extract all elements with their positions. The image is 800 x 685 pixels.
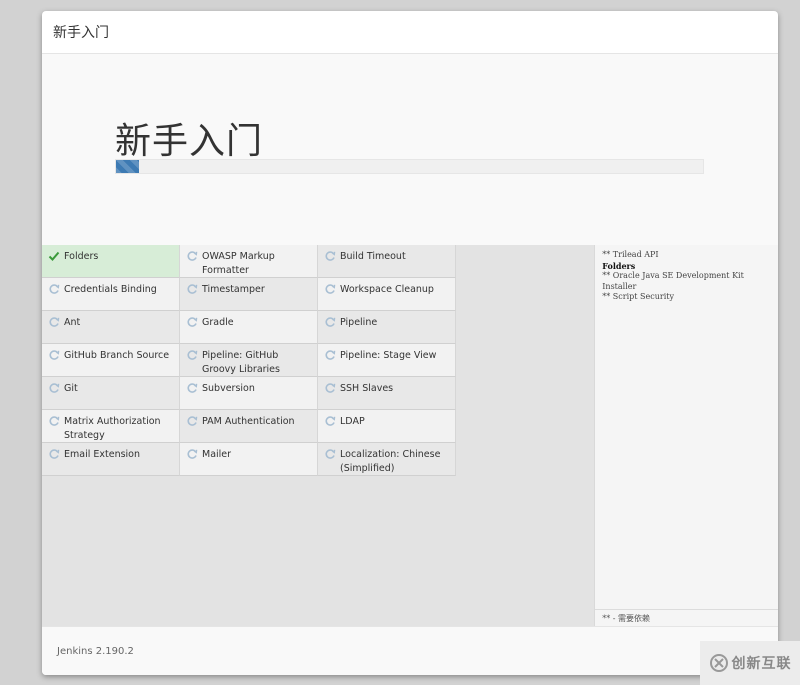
- plugin-label: Mailer: [202, 449, 232, 460]
- version-label: Jenkins 2.190.2: [57, 645, 134, 657]
- log-line: Folders: [602, 260, 636, 271]
- plugin-item: Matrix Authorization Strategy: [42, 410, 180, 443]
- plugin-label: PAM Authentication: [202, 416, 295, 427]
- setup-wizard-dialog: 新手入门 新手入门 Folders OWASP Markup Formatter B…: [42, 11, 778, 675]
- dialog-header: 新手入门: [42, 11, 778, 54]
- plugin-label: Localization: Chinese (Simplified): [340, 449, 441, 474]
- plugin-item: SSH Slaves: [318, 377, 456, 410]
- refresh-icon: [46, 316, 62, 328]
- install-panel: Folders OWASP Markup Formatter Build Timeo…: [42, 245, 778, 626]
- plugin-label: Timestamper: [202, 284, 265, 295]
- plugin-item: Localization: Chinese (Simplified): [318, 443, 456, 476]
- dialog-title: 新手入门: [53, 25, 109, 41]
- plugin-label: Gradle: [202, 317, 234, 328]
- plugin-item: Workspace Cleanup: [318, 278, 456, 311]
- refresh-icon: [322, 415, 338, 427]
- plugin-item: Timestamper: [180, 278, 318, 311]
- refresh-icon: [46, 382, 62, 394]
- install-log-lines: ** Trilead API Folders ** Oracle Java SE D…: [595, 245, 778, 308]
- plugin-label: Subversion: [202, 383, 255, 394]
- refresh-icon: [46, 448, 62, 460]
- plugin-item: Pipeline: [318, 311, 456, 344]
- refresh-icon: [184, 415, 200, 427]
- check-icon: [46, 250, 62, 262]
- refresh-icon: [322, 349, 338, 361]
- plugin-label: GitHub Branch Source: [64, 350, 170, 361]
- watermark-emblem-icon: [709, 654, 728, 672]
- watermark-text: 创新互联: [731, 656, 792, 672]
- plugin-label: Folders: [64, 251, 99, 262]
- plugin-label: LDAP: [340, 416, 365, 427]
- refresh-icon: [322, 283, 338, 295]
- plugin-item: LDAP: [318, 410, 456, 443]
- plugin-label: Email Extension: [64, 449, 141, 460]
- plugin-item: Mailer: [180, 443, 318, 476]
- refresh-icon: [46, 349, 62, 361]
- log-line: ** Script Security: [602, 292, 674, 301]
- log-line: ** Trilead API: [602, 250, 659, 259]
- plugin-label: Pipeline: Stage View: [340, 350, 437, 361]
- plugin-item: Ant: [42, 311, 180, 344]
- plugin-label: Pipeline: [340, 317, 378, 328]
- plugin-label: Pipeline: GitHub Groovy Libraries: [202, 350, 280, 375]
- plugin-item: Pipeline: Stage View: [318, 344, 456, 377]
- plugin-label: Matrix Authorization Strategy: [64, 416, 161, 441]
- plugin-item: Subversion: [180, 377, 318, 410]
- refresh-icon: [184, 382, 200, 394]
- hero-section: 新手入门: [42, 54, 778, 246]
- refresh-icon: [322, 448, 338, 460]
- refresh-icon: [322, 316, 338, 328]
- refresh-icon: [184, 316, 200, 328]
- log-line: ** Oracle Java SE Development Kit Instal…: [602, 271, 744, 291]
- install-progress-bar: [115, 159, 704, 174]
- plugin-item: Email Extension: [42, 443, 180, 476]
- watermark-logo: 创新互联: [700, 641, 800, 685]
- refresh-icon: [322, 382, 338, 394]
- plugin-label: Ant: [64, 317, 81, 328]
- plugin-label: OWASP Markup Formatter: [202, 251, 275, 276]
- plugin-item: Build Timeout: [318, 245, 456, 278]
- plugin-item: GitHub Branch Source: [42, 344, 180, 377]
- plugin-item: OWASP Markup Formatter: [180, 245, 318, 278]
- page-title: 新手入门: [115, 121, 264, 162]
- dialog-footer: Jenkins 2.190.2: [42, 626, 778, 675]
- install-progress-fill: [116, 160, 140, 173]
- plugin-item: Folders: [42, 245, 180, 278]
- refresh-icon: [46, 415, 62, 427]
- plugin-item: Git: [42, 377, 180, 410]
- plugin-item: Credentials Binding: [42, 278, 180, 311]
- plugin-label: Git: [64, 383, 78, 394]
- plugin-label: Credentials Binding: [64, 284, 157, 295]
- refresh-icon: [184, 250, 200, 262]
- plugin-grid: Folders OWASP Markup Formatter Build Timeo…: [42, 245, 593, 626]
- refresh-icon: [184, 283, 200, 295]
- plugin-label: SSH Slaves: [340, 383, 394, 394]
- plugin-item: Gradle: [180, 311, 318, 344]
- refresh-icon: [184, 448, 200, 460]
- log-legend: ** - 需要依赖: [595, 609, 778, 626]
- plugin-label: Build Timeout: [340, 251, 406, 262]
- refresh-icon: [184, 349, 200, 361]
- plugin-item: Pipeline: GitHub Groovy Libraries: [180, 344, 318, 377]
- plugin-label: Workspace Cleanup: [340, 284, 434, 295]
- refresh-icon: [46, 283, 62, 295]
- plugin-item: PAM Authentication: [180, 410, 318, 443]
- refresh-icon: [322, 250, 338, 262]
- install-log[interactable]: ** Trilead API Folders ** Oracle Java SE D…: [594, 245, 778, 626]
